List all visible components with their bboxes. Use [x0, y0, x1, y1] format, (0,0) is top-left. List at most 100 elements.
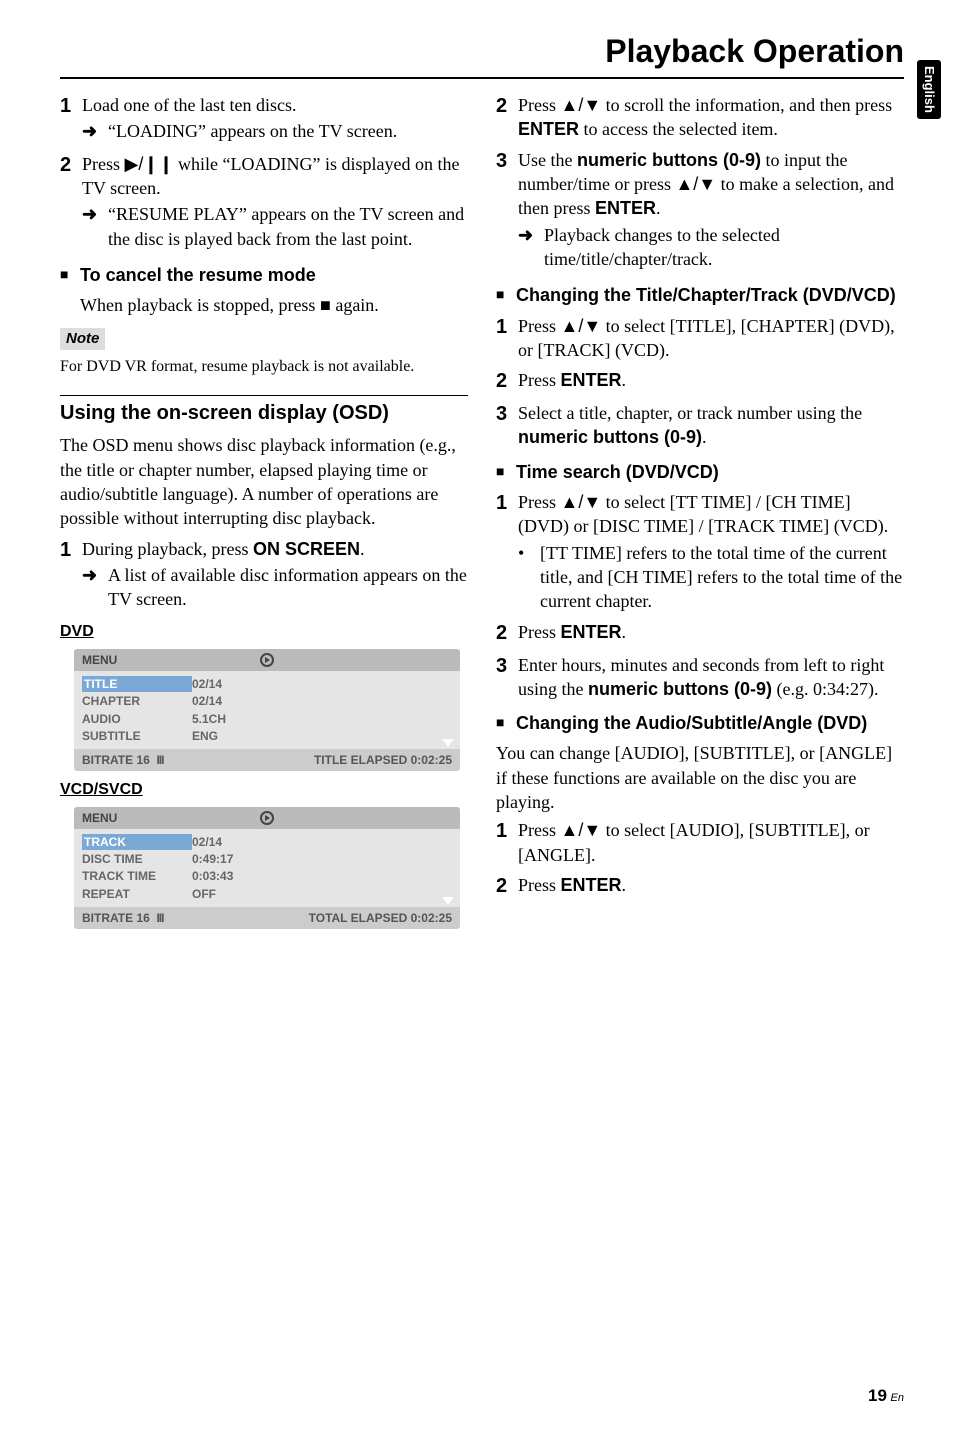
down-triangle-icon [442, 739, 454, 747]
t: Press [518, 820, 561, 840]
step-2r: 2 Press ▲/▼ to scroll the information, a… [496, 93, 904, 142]
enter-label: ENTER [561, 622, 622, 642]
note-text: For DVD VR format, resume playback is no… [60, 356, 468, 378]
updown-icon: ▲/▼ [675, 174, 716, 194]
heading-time-search: ■ Time search (DVD/VCD) [496, 460, 904, 484]
menu-row: REPEATOFF [82, 886, 452, 902]
dvd-menu-box: MENU TITLE02/14 CHAPTER02/14 AUDIO5.1CH … [74, 649, 460, 771]
menu-value: ENG [192, 728, 218, 744]
heading-cancel-resume: ■ To cancel the resume mode [60, 263, 468, 287]
menu-row: TRACK TIME0:03:43 [82, 868, 452, 884]
arrow-icon: ➜ [82, 563, 108, 612]
menu-row: AUDIO5.1CH [82, 711, 452, 727]
heading-change-title: ■ Changing the Title/Chapter/Track (DVD/… [496, 283, 904, 307]
menu-title: MENU [82, 810, 117, 826]
arrow-icon: ➜ [82, 202, 108, 251]
updown-icon: ▲/▼ [561, 820, 602, 840]
t: to access the selected item. [579, 119, 778, 139]
menu-value: 5.1CH [192, 711, 226, 727]
menu-key: CHAPTER [82, 693, 192, 709]
play-pause-icon: ▶/❙❙ [125, 154, 174, 174]
page-number: 19 [868, 1386, 887, 1405]
updown-icon: ▲/▼ [561, 95, 602, 115]
osd-paragraph: The OSD menu shows disc playback informa… [60, 433, 468, 530]
step-number: 1 [496, 818, 518, 867]
heading-text: Time search (DVD/VCD) [516, 460, 719, 484]
menu-key: DISC TIME [82, 851, 192, 867]
bitrate-label: BITRATE 16 [82, 753, 150, 767]
heading-text: Changing the Title/Chapter/Track (DVD/VC… [516, 283, 896, 307]
step-number: 1 [60, 537, 82, 614]
menu-key: AUDIO [82, 711, 192, 727]
menu-value: 0:03:43 [192, 868, 233, 884]
t: Press [518, 622, 561, 642]
page-suffix: En [891, 1392, 904, 1404]
dvd-label: DVD [60, 621, 468, 643]
step-number: 2 [496, 620, 518, 647]
numeric-label: numeric buttons (0-9) [518, 427, 702, 447]
t: . [622, 622, 627, 642]
t-step-3: 3 Enter hours, minutes and seconds from … [496, 653, 904, 702]
play-indicator-icon [260, 811, 274, 825]
elapsed-label: TITLE ELAPSED 0:02:25 [314, 752, 452, 768]
updown-icon: ▲/▼ [561, 492, 602, 512]
cancel-text-b: again. [331, 295, 379, 315]
menu-row: CHAPTER02/14 [82, 693, 452, 709]
c-step-2: 2 Press ENTER. [496, 368, 904, 395]
step-1: 1 Load one of the last ten discs. ➜ “LOA… [60, 93, 468, 146]
numeric-label: numeric buttons (0-9) [588, 679, 772, 699]
step-number: 2 [496, 368, 518, 395]
bullet-text: [TT TIME] refers to the total time of th… [540, 541, 904, 614]
t: (e.g. 0:34:27). [772, 679, 878, 699]
numeric-label: numeric buttons (0-9) [577, 150, 761, 170]
t: . [622, 370, 627, 390]
enter-label: ENTER [518, 119, 579, 139]
step-number: 1 [496, 314, 518, 363]
page-title: Playback Operation [60, 30, 904, 73]
step-number: 2 [496, 93, 518, 142]
heading-text: To cancel the resume mode [80, 263, 316, 287]
step-text-a: During playback, press [82, 539, 253, 559]
menu-row: TITLE02/14 [82, 676, 452, 692]
osd-step-1: 1 During playback, press ON SCREEN. ➜ A … [60, 537, 468, 614]
menu-row: TRACK02/14 [82, 834, 452, 850]
heading-text: Changing the Audio/Subtitle/Angle (DVD) [516, 711, 867, 735]
enter-label: ENTER [595, 198, 656, 218]
menu-value: OFF [192, 886, 216, 902]
page-footer: 19 En [868, 1385, 904, 1408]
bitrate-label: BITRATE 16 [82, 911, 150, 925]
t: Press [518, 95, 561, 115]
bullet-icon: • [518, 541, 540, 614]
menu-value: 02/14 [192, 676, 222, 692]
audio-paragraph: You can change [AUDIO], [SUBTITLE], or [… [496, 741, 904, 814]
menu-row: DISC TIME0:49:17 [82, 851, 452, 867]
updown-icon: ▲/▼ [561, 316, 602, 336]
step-number: 3 [496, 653, 518, 702]
square-bullet-icon: ■ [496, 460, 516, 484]
menu-row: SUBTITLEENG [82, 728, 452, 744]
arrow-icon: ➜ [82, 119, 108, 143]
step-number: 2 [60, 152, 82, 253]
c-step-3: 3 Select a title, chapter, or track numb… [496, 401, 904, 450]
step-result: A list of available disc information app… [108, 563, 468, 612]
step-result: “LOADING” appears on the TV screen. [108, 119, 468, 143]
step-text: Load one of the last ten discs. [82, 95, 296, 115]
left-column: 1 Load one of the last ten discs. ➜ “LOA… [60, 93, 468, 937]
step-text-a: Press [82, 154, 125, 174]
step-number: 1 [496, 490, 518, 613]
t: to scroll the information, and then pres… [601, 95, 892, 115]
enter-label: ENTER [561, 370, 622, 390]
title-rule [60, 77, 904, 79]
enter-label: ENTER [561, 875, 622, 895]
c-step-1: 1 Press ▲/▼ to select [TITLE], [CHAPTER]… [496, 314, 904, 363]
step-text-b: . [360, 539, 365, 559]
vcd-menu-box: MENU TRACK02/14 DISC TIME0:49:17 TRACK T… [74, 807, 460, 929]
t: Press [518, 492, 561, 512]
language-tab: English [917, 60, 941, 119]
stop-icon: ■ [320, 295, 331, 315]
menu-value: 02/14 [192, 693, 222, 709]
menu-key: TRACK TIME [82, 868, 192, 884]
elapsed-label: TOTAL ELAPSED 0:02:25 [309, 910, 452, 926]
heading-change-audio: ■ Changing the Audio/Subtitle/Angle (DVD… [496, 711, 904, 735]
cancel-text-a: When playback is stopped, press [80, 295, 320, 315]
